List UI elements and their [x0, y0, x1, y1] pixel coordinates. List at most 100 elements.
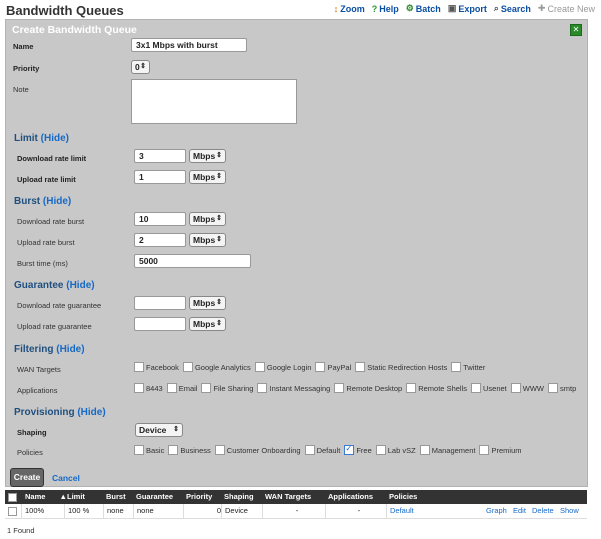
- column-header[interactable]: Priority: [186, 490, 212, 504]
- download-limit-input[interactable]: 3: [134, 149, 186, 163]
- help-button[interactable]: ? Help: [372, 3, 399, 14]
- checkbox[interactable]: [548, 383, 559, 393]
- toolbar: ↕ Zoom ? Help ⚙ Batch ▣ Export ⌕ Search ✚ Crea…: [334, 3, 595, 14]
- checkbox[interactable]: [166, 383, 177, 393]
- search-icon: ⌕: [493, 3, 499, 13]
- export-button[interactable]: ▣ Export: [448, 3, 487, 14]
- column-header[interactable]: Shaping: [224, 490, 254, 504]
- checkbox[interactable]: [510, 383, 521, 393]
- checkbox-checked[interactable]: [344, 444, 355, 455]
- burst-section-title: Burst (Hide): [14, 196, 72, 207]
- cell-wan-targets: -: [262, 504, 328, 518]
- select-arrows-icon: ⇕: [140, 63, 146, 70]
- column-header[interactable]: Limit: [67, 490, 85, 504]
- checkbox[interactable]: [315, 362, 326, 372]
- policies-checkboxes: Basic Business Customer Onboarding Defau…: [130, 444, 522, 455]
- provisioning-hide-link[interactable]: (Hide): [77, 407, 105, 418]
- panel-title: Create Bandwidth Queue: [12, 24, 137, 36]
- checkbox-label: Business: [180, 445, 211, 455]
- queues-table: Name ▲ Limit Burst Guarantee Priority Sh…: [5, 490, 587, 519]
- checkbox-label: 8443: [146, 383, 163, 393]
- upload-burst-input[interactable]: 2: [134, 233, 186, 247]
- checkbox[interactable]: [419, 445, 430, 455]
- checkbox[interactable]: [201, 383, 212, 393]
- checkbox[interactable]: [134, 362, 144, 372]
- note-textarea[interactable]: [131, 79, 297, 124]
- checkbox[interactable]: [355, 362, 366, 372]
- download-burst-input[interactable]: 10: [134, 212, 186, 226]
- upload-limit-unit-select[interactable]: Mbps ⇕: [189, 170, 226, 184]
- column-header[interactable]: Applications: [328, 490, 373, 504]
- name-field[interactable]: 3x1 Mbps with burst: [131, 38, 247, 52]
- create-new-icon: ✚: [537, 3, 546, 13]
- column-header[interactable]: Burst: [106, 490, 126, 504]
- graph-link[interactable]: Graph: [483, 504, 507, 518]
- checkbox-label: Twitter: [463, 362, 486, 372]
- zoom-button[interactable]: ↕ Zoom: [334, 3, 365, 14]
- checkbox[interactable]: [214, 445, 225, 455]
- column-header[interactable]: Guarantee: [136, 490, 173, 504]
- checkbox[interactable]: [134, 445, 144, 455]
- checkbox-label: Free: [356, 445, 372, 455]
- checkbox-label: Instant Messaging: [269, 383, 331, 393]
- checkbox[interactable]: [257, 383, 268, 393]
- policy-link[interactable]: Default: [386, 504, 428, 518]
- download-limit-label: Download rate limit: [17, 154, 87, 163]
- show-link[interactable]: Show: [557, 504, 579, 518]
- guarantee-section-title: Guarantee (Hide): [14, 280, 95, 291]
- upload-guarantee-label: Upload rate guarantee: [17, 322, 92, 331]
- upload-limit-input[interactable]: 1: [134, 170, 186, 184]
- checkbox-label: Email: [178, 383, 198, 393]
- delete-link[interactable]: Delete: [529, 504, 554, 518]
- cancel-link[interactable]: Cancel: [52, 473, 80, 483]
- wan-targets-checkboxes: Facebook Google Analytics Google Login P…: [130, 362, 485, 372]
- checkbox[interactable]: [471, 383, 481, 393]
- column-header[interactable]: Policies: [389, 490, 417, 504]
- checkbox-label: PayPal: [327, 362, 352, 372]
- checkbox-label: Basic: [146, 445, 165, 455]
- guarantee-hide-link[interactable]: (Hide): [66, 280, 94, 291]
- select-all-checkbox[interactable]: [8, 493, 17, 502]
- checkbox[interactable]: [334, 383, 345, 393]
- priority-select[interactable]: 0 ⇕: [131, 60, 150, 74]
- column-header[interactable]: Name ▲: [25, 490, 67, 504]
- shaping-select[interactable]: Device ⇕: [135, 423, 183, 437]
- checkbox[interactable]: [375, 445, 386, 455]
- edit-link[interactable]: Edit: [510, 504, 526, 518]
- export-icon: ▣: [447, 3, 457, 13]
- download-burst-unit-select[interactable]: Mbps ⇕: [189, 212, 226, 226]
- select-arrows-icon: ⇕: [216, 236, 222, 243]
- checkbox[interactable]: [451, 362, 462, 372]
- row-checkbox[interactable]: [8, 507, 17, 516]
- burst-time-input[interactable]: 5000: [134, 254, 251, 268]
- filtering-section-title: Filtering (Hide): [14, 344, 85, 355]
- cell-priority: 0: [183, 504, 224, 518]
- checkbox[interactable]: [134, 383, 144, 393]
- create-new-button[interactable]: ✚ Create New: [538, 3, 595, 14]
- download-guarantee-input[interactable]: [134, 296, 186, 310]
- upload-guarantee-input[interactable]: [134, 317, 186, 331]
- download-limit-unit-select[interactable]: Mbps ⇕: [189, 149, 226, 163]
- wan-targets-label: WAN Targets: [17, 365, 61, 374]
- upload-guarantee-unit-select[interactable]: Mbps ⇕: [189, 317, 226, 331]
- name-label: Name: [13, 42, 34, 51]
- checkbox[interactable]: [304, 445, 315, 455]
- filtering-hide-link[interactable]: (Hide): [56, 344, 84, 355]
- create-button[interactable]: Create: [10, 468, 44, 487]
- download-guarantee-unit-select[interactable]: Mbps ⇕: [189, 296, 226, 310]
- checkbox[interactable]: [168, 445, 179, 455]
- checkbox[interactable]: [182, 362, 193, 372]
- column-header[interactable]: WAN Targets: [265, 490, 311, 504]
- batch-button[interactable]: ⚙ Batch: [406, 3, 441, 14]
- checkbox[interactable]: [406, 383, 417, 393]
- upload-burst-unit-select[interactable]: Mbps ⇕: [189, 233, 226, 247]
- burst-hide-link[interactable]: (Hide): [43, 196, 71, 207]
- checkbox-label: Remote Desktop: [346, 383, 403, 393]
- close-icon[interactable]: ✕: [570, 24, 582, 36]
- upload-burst-label: Upload rate burst: [17, 238, 75, 247]
- checkbox-label: File Sharing: [213, 383, 254, 393]
- checkbox[interactable]: [479, 445, 490, 455]
- checkbox[interactable]: [254, 362, 265, 372]
- limit-hide-link[interactable]: (Hide): [41, 133, 69, 144]
- search-button[interactable]: ⌕ Search: [494, 3, 531, 14]
